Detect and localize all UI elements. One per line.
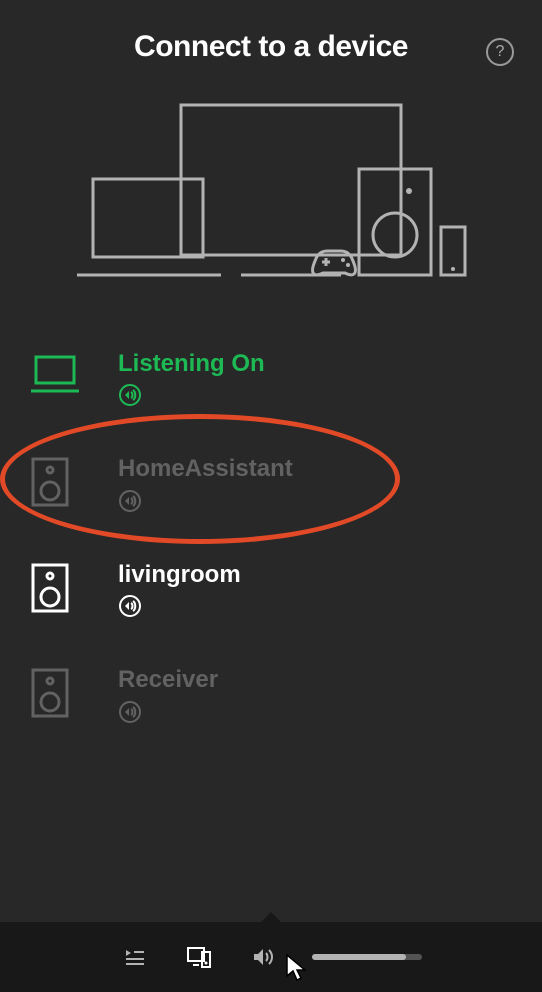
page-title: Connect to a device	[134, 30, 408, 64]
device-receiver[interactable]: Receiver	[30, 645, 512, 750]
spotify-connect-icon	[118, 700, 218, 729]
volume-button[interactable]	[248, 942, 278, 972]
volume-fill	[312, 954, 406, 960]
speaker-icon	[30, 562, 80, 610]
spotify-connect-icon	[118, 383, 265, 412]
volume-slider[interactable]	[312, 954, 422, 960]
speaker-icon	[30, 456, 80, 504]
devices-button[interactable]	[184, 942, 214, 972]
queue-button[interactable]	[120, 942, 150, 972]
device-homeassistant[interactable]: HomeAssistant	[30, 434, 512, 539]
device-name: livingroom	[118, 562, 241, 588]
device-name: Receiver	[118, 667, 218, 693]
spotify-connect-icon	[118, 594, 241, 623]
spotify-connect-icon	[118, 489, 293, 518]
device-name: Listening On	[118, 351, 265, 377]
device-current[interactable]: Listening On	[30, 329, 512, 434]
speaker-icon	[30, 667, 80, 715]
header: Connect to a device ?	[0, 0, 542, 74]
help-icon: ?	[496, 43, 505, 61]
help-button[interactable]: ?	[486, 38, 514, 66]
device-name: HomeAssistant	[118, 456, 293, 482]
devices-illustration	[0, 74, 542, 329]
player-bar	[0, 922, 542, 992]
laptop-icon	[30, 351, 80, 399]
device-livingroom[interactable]: livingroom	[30, 540, 512, 645]
device-list: Listening On HomeAssistant	[0, 329, 542, 751]
